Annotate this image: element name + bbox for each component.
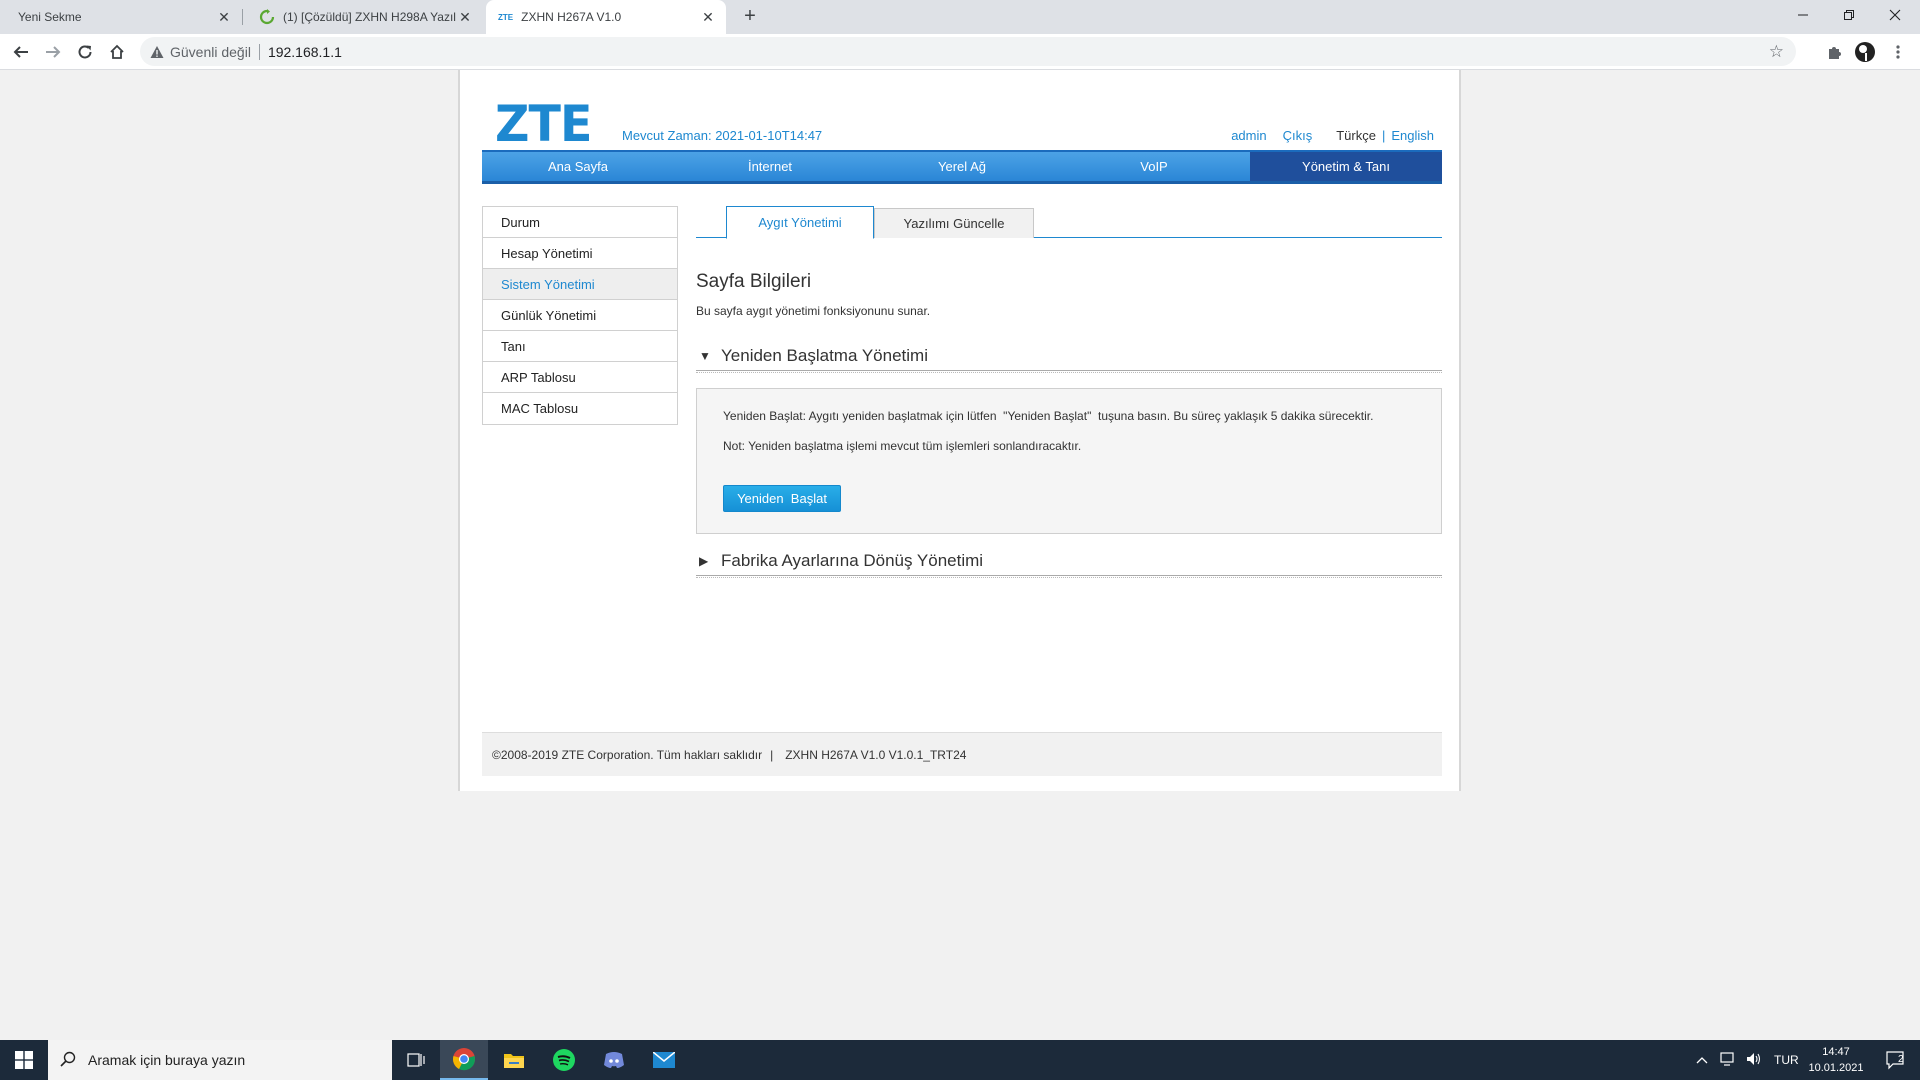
lang-turkish[interactable]: Türkçe: [1336, 128, 1376, 143]
tab-title: Yeni Sekme: [18, 10, 82, 24]
clock-date: 10.01.2021: [1808, 1062, 1864, 1074]
reboot-info-text: Yeniden Başlat: Aygıtı yeniden başlatmak…: [723, 409, 1374, 423]
sidebar-item-tani[interactable]: Tanı: [483, 331, 677, 362]
tab-title: ZXHN H267A V1.0: [521, 10, 622, 24]
reboot-section-header[interactable]: ▼ Yeniden Başlatma Yönetimi: [696, 341, 1442, 373]
search-placeholder: Aramak için buraya yazın: [88, 1052, 246, 1068]
restore-button[interactable]: [1826, 0, 1872, 30]
close-icon[interactable]: ✕: [700, 9, 716, 25]
input-language[interactable]: TUR: [1774, 1053, 1799, 1067]
triangle-right-icon: ▶: [699, 553, 709, 568]
notification-center-icon[interactable]: 2: [1872, 1040, 1920, 1080]
firmware-version: ZXHN H267A V1.0 V1.0.1_TRT24: [785, 747, 967, 762]
nav-yonetim-tani[interactable]: Yönetim & Tanı: [1250, 152, 1442, 181]
nav-internet[interactable]: İnternet: [674, 152, 866, 181]
search-icon: [60, 1051, 76, 1070]
close-window-button[interactable]: [1872, 0, 1918, 30]
reboot-note-text: Not: Yeniden başlatma işlemi mevcut tüm …: [723, 439, 1082, 453]
file-explorer-icon[interactable]: [490, 1040, 538, 1080]
tab-title: (1) [Çözüldü] ZXHN H298A Yazılı: [283, 10, 457, 24]
nav-yerel-ag[interactable]: Yerel Ağ: [866, 152, 1058, 181]
clock-time: 14:47: [1822, 1046, 1850, 1058]
forward-button[interactable]: [39, 38, 67, 66]
browser-tab-forum[interactable]: (1) [Çözüldü] ZXHN H298A Yazılı ✕: [243, 0, 483, 34]
nav-voip[interactable]: VoIP: [1058, 152, 1250, 181]
taskbar-clock[interactable]: 14:47 10.01.2021: [1806, 1044, 1866, 1076]
windows-start-button[interactable]: [0, 1040, 48, 1080]
current-time: Mevcut Zaman: 2021-01-10T14:47: [622, 128, 823, 143]
minimize-button[interactable]: [1780, 0, 1826, 30]
browser-tab-router[interactable]: ZTE ZXHN H267A V1.0 ✕: [486, 0, 726, 34]
taskbar: Aramak için buraya yazın TUR 14:47 10.01…: [0, 1040, 1920, 1080]
volume-icon[interactable]: [1746, 1052, 1762, 1069]
zte-favicon-icon: ZTE: [498, 12, 514, 22]
divider: [258, 43, 260, 60]
system-tray: TUR: [1696, 1040, 1799, 1080]
address-bar[interactable]: Güvenli değil 192.168.1.1 ☆: [140, 37, 1796, 66]
sub-tabs: Aygıt Yönetimi Yazılımı Güncelle: [696, 206, 1442, 239]
main-nav: Ana Sayfa İnternet Yerel Ağ VoIP Yönetim…: [482, 150, 1442, 184]
browser-tab-bar: Yeni Sekme ✕ (1) [Çözüldü] ZXHN H298A Ya…: [0, 0, 1920, 34]
task-view-button[interactable]: [392, 1040, 440, 1080]
logout-link[interactable]: Çıkış: [1283, 128, 1313, 143]
page-description: Bu sayfa aygıt yönetimi fonksiyonunu sun…: [696, 304, 931, 318]
close-icon[interactable]: ✕: [216, 9, 232, 25]
header-links: admin Çıkış Türkçe | English: [1231, 128, 1434, 143]
taskbar-search-box[interactable]: Aramak için buraya yazın: [48, 1040, 392, 1080]
page-footer: ©2008-2019 ZTE Corporation. Tüm hakları …: [482, 732, 1442, 776]
notification-count: 2: [1898, 1054, 1904, 1065]
reload-button[interactable]: [71, 38, 99, 66]
spotify-icon[interactable]: [540, 1040, 588, 1080]
home-button[interactable]: [103, 38, 131, 66]
page-title: Sayfa Bilgileri: [696, 271, 812, 292]
lang-english-link[interactable]: English: [1391, 128, 1434, 143]
back-button[interactable]: [7, 38, 35, 66]
network-icon[interactable]: [1720, 1051, 1736, 1069]
reboot-panel: Yeniden Başlat: Aygıtı yeniden başlatmak…: [696, 388, 1442, 534]
section-title: Fabrika Ayarlarına Dönüş Yönetimi: [721, 550, 984, 570]
zte-logo: ZTE: [495, 95, 592, 153]
lang-separator: |: [1381, 128, 1386, 143]
kebab-menu-icon[interactable]: [1886, 40, 1910, 64]
tab-yazilimi-guncelle[interactable]: Yazılımı Güncelle: [874, 208, 1034, 238]
sidebar-item-mac-tablosu[interactable]: MAC Tablosu: [483, 393, 677, 424]
user-link[interactable]: admin: [1231, 128, 1266, 143]
router-page: ZTE Mevcut Zaman: 2021-01-10T14:47 admin…: [458, 70, 1461, 791]
main-content: Aygıt Yönetimi Yazılımı Güncelle Sayfa B…: [696, 206, 1442, 578]
close-icon[interactable]: ✕: [457, 9, 473, 25]
mail-icon[interactable]: [640, 1040, 688, 1080]
sidebar-item-hesap-yonetimi[interactable]: Hesap Yönetimi: [483, 238, 677, 269]
sidebar-item-sistem-yonetimi[interactable]: Sistem Yönetimi: [483, 269, 677, 300]
footer-separator: |: [770, 747, 774, 762]
chevron-up-icon[interactable]: [1696, 1053, 1708, 1067]
tab-aygit-yonetimi[interactable]: Aygıt Yönetimi: [726, 206, 874, 239]
bookmark-star-icon[interactable]: ☆: [1769, 42, 1784, 62]
discord-icon[interactable]: [590, 1040, 638, 1080]
triangle-down-icon: ▼: [699, 348, 711, 363]
security-label[interactable]: Güvenli değil: [170, 44, 251, 60]
extensions-puzzle-icon[interactable]: [1822, 40, 1846, 64]
profile-avatar[interactable]: [1853, 40, 1877, 64]
sidebar-item-durum[interactable]: Durum: [483, 207, 677, 238]
warning-icon[interactable]: [150, 45, 164, 59]
nav-ana-sayfa[interactable]: Ana Sayfa: [482, 152, 674, 181]
new-tab-button[interactable]: +: [738, 5, 762, 29]
reboot-button[interactable]: Yeniden Başlat: [723, 485, 841, 512]
section-title: Yeniden Başlatma Yönetimi: [721, 345, 928, 365]
url-text[interactable]: 192.168.1.1: [268, 44, 342, 60]
copyright-text: ©2008-2019 ZTE Corporation. Tüm hakları …: [492, 747, 763, 762]
browser-tab-new[interactable]: Yeni Sekme ✕: [0, 0, 242, 34]
browser-toolbar: Güvenli değil 192.168.1.1 ☆: [0, 34, 1920, 70]
sidebar-item-gunluk-yonetimi[interactable]: Günlük Yönetimi: [483, 300, 677, 331]
factory-reset-section-header[interactable]: ▶ Fabrika Ayarlarına Dönüş Yönetimi: [696, 546, 1442, 578]
refresh-favicon-icon: [259, 9, 275, 25]
side-menu: Durum Hesap Yönetimi Sistem Yönetimi Gün…: [482, 206, 678, 425]
chrome-taskbar-icon[interactable]: [440, 1040, 488, 1080]
sidebar-item-arp-tablosu[interactable]: ARP Tablosu: [483, 362, 677, 393]
